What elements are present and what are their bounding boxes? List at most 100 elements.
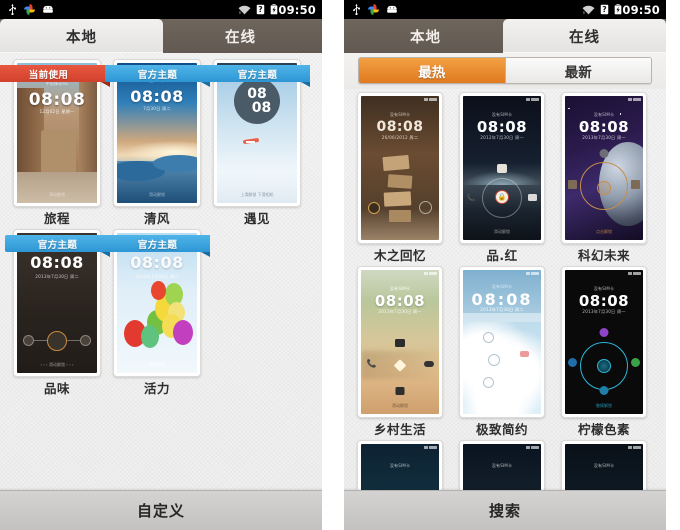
theme-thumb-wrap: 没有SIM卡 08:08 2013年7月30日 周一 📞 滑动解锁 [357, 266, 443, 418]
preview-carrier: 没有SIM卡 [389, 111, 411, 117]
theme-card[interactable]: 没有SIM卡 08:08 2012年7月30日 周一 🔒 📞 滑动解锁 品.红 [452, 92, 552, 263]
customize-button[interactable]: 自定义 [0, 490, 322, 530]
lockscreen-preview: 没有SIM卡 08:08 2013年7月30日 周一 📞 滑动解锁 [361, 270, 439, 414]
segment-hottest[interactable]: 最热 [359, 58, 506, 83]
preview-hint: 点击解锁 [596, 229, 612, 234]
preview-clock: 08:08 [28, 89, 86, 110]
theme-thumbnail[interactable]: 没有SIM卡 08:08 26/06/2012 周二 [357, 92, 443, 244]
theme-thumb-wrap: 08:08 2013年7月30日 周二 滑动解锁 官方主题 [105, 229, 210, 377]
theme-name: 品.红 [486, 248, 518, 263]
theme-thumbnail[interactable]: 没有SIM卡 08:08 2012年7月30日 周一 🔒 📞 滑动解锁 [459, 92, 545, 244]
theme-card[interactable]: 08 08 中国联通4G 上滑解锁 下滑相机 官方 [205, 59, 310, 226]
preview-date: 2013年7月30日 周二 [480, 307, 524, 313]
tab-bar-left: 本地 在线 [0, 19, 322, 53]
settings-shortcut-icon [599, 149, 609, 159]
theme-card-partial[interactable]: 没有SIM卡 [452, 440, 552, 490]
lockscreen-preview: 没有SIM卡 08:08 2013年7月30日 周一 点击解锁 [565, 96, 643, 240]
shortcut-ring-3 [483, 376, 495, 388]
android-robot-icon [387, 5, 397, 13]
theme-card-partial[interactable]: 没有SIM卡 [350, 440, 450, 490]
theme-card[interactable]: 没有SIM卡 08:08 26/06/2012 周二 木之回忆 [350, 92, 450, 263]
wifi-icon [238, 5, 251, 14]
preview-date: 2013年7月30日 周一 [582, 308, 626, 314]
local-themes-scroll[interactable]: 中国移动4G 08:08 12月02日 星期一 滑动解锁 当前使用 旅程 08:… [0, 53, 322, 490]
status-bar-right: ? 09:50 [344, 0, 666, 19]
theme-thumbnail[interactable]: 没有SIM卡 [459, 440, 545, 490]
theme-name: 木之回忆 [373, 248, 426, 263]
preview-clock: 08:08 [30, 252, 84, 272]
tab-local-right[interactable]: 本地 [344, 19, 507, 53]
search-button-label: 搜索 [488, 502, 521, 520]
theme-name: 品味 [43, 381, 70, 396]
theme-card[interactable]: 中国移动4G 08:08 12月02日 星期一 滑动解锁 当前使用 旅程 [0, 59, 110, 226]
theme-card[interactable]: 没有SIM卡 08:08 2013年7月30日 周二 极致简约 [452, 266, 552, 437]
theme-name: 旅程 [43, 211, 70, 226]
preview-clock: 08:08 [578, 291, 630, 310]
badge-current-theme: 当前使用 [0, 65, 110, 87]
theme-name: 清风 [143, 211, 170, 226]
theme-card[interactable]: 08:08 2013年7月30日 周二 滑动解锁 官方主题 活力 [105, 229, 210, 396]
theme-name: 活力 [143, 381, 170, 396]
lockscreen-preview: 没有SIM卡 08:08 26/06/2012 周二 [361, 96, 439, 240]
tab-local-left[interactable]: 本地 [0, 19, 163, 53]
tab-online-left[interactable]: 在线 [159, 19, 322, 53]
usb-icon [9, 4, 16, 15]
theme-card[interactable]: 没有SIM卡 08:08 2013年7月30日 周一 📞 滑动解锁 乡村生活 [350, 266, 450, 437]
status-bar-left-icons [352, 4, 398, 15]
theme-thumbnail[interactable]: 没有SIM卡 08:08 2013年7月30日 周一 点击解锁 [561, 92, 647, 244]
theme-thumbnail[interactable]: 没有SIM卡 [357, 440, 443, 490]
lock-shortcut-icon [79, 335, 91, 347]
theme-card[interactable]: 无SIM卡 08:08 7月30日 周二 滑动解锁 官方主题 清风 [105, 59, 210, 226]
lockscreen-preview: 没有SIM卡 08:08 2013年7月30日 周二 [463, 270, 541, 414]
preview-hint: 触摸解锁 [596, 403, 612, 408]
theme-name: 科幻未来 [577, 248, 630, 263]
theme-thumb-wrap: 中国移动4G 08:08 12月02日 星期一 滑动解锁 当前使用 [0, 59, 110, 207]
lockscreen-preview: 08 08 中国联通4G 上滑解锁 下滑相机 [217, 63, 297, 203]
lockscreen-preview: 08:08 2013年7月30日 周二 ‹ ‹ ‹ 滑动解锁 › › › [17, 233, 97, 373]
theme-thumbnail[interactable]: 没有SIM卡 08:08 2013年7月30日 周一 📞 滑动解锁 [357, 266, 443, 418]
lockscreen-preview: 中国移动4G 08:08 12月02日 星期一 滑动解锁 [17, 63, 97, 203]
theme-thumb-wrap: 08 08 中国联通4G 上滑解锁 下滑相机 官方 [205, 59, 310, 207]
status-bar-clock: 09:50 [278, 2, 316, 17]
unlock-center-icon [597, 359, 611, 374]
lock-icon [395, 387, 405, 396]
preview-date: 2013年7月30日 周二 [35, 273, 79, 279]
theme-name: 柠檬色素 [577, 422, 630, 437]
google-photos-icon [368, 4, 379, 15]
theme-thumbnail-wrap: 没有SIM卡 08:08 2013年7月30日 周一 点击解锁 [561, 92, 647, 244]
segment-newest[interactable]: 最新 [505, 58, 651, 83]
search-button[interactable]: 搜索 [344, 490, 666, 530]
shortcut-ring-2 [487, 353, 500, 366]
preview-carrier: 没有SIM卡 [593, 462, 615, 468]
preview-date: 2012年7月30日 周一 [480, 134, 524, 140]
google-photos-icon [24, 4, 35, 15]
message-shortcut-icon [519, 350, 529, 357]
battery-icon [614, 4, 623, 15]
preview-hint: 滑动解锁 [392, 403, 408, 408]
preview-clock: 08:08 [374, 291, 426, 310]
dual-screenshot-stage: ? 09:50 本地 在线 中国移动4G 08:08 12月02日 星期一 滑动… [0, 0, 680, 530]
theme-thumbnail[interactable]: 没有SIM卡 [561, 440, 647, 490]
lockscreen-preview: 没有SIM卡 08:08 2012年7月30日 周一 🔒 📞 滑动解锁 [463, 96, 541, 240]
preview-hint: 滑动解锁 [149, 192, 165, 197]
online-themes-scroll[interactable]: 没有SIM卡 08:08 26/06/2012 周二 木之回忆 没有SIM卡 0… [344, 89, 666, 490]
lockscreen-preview: 08:08 2013年7月30日 周二 滑动解锁 [117, 233, 197, 373]
theme-card-partial[interactable]: 没有SIM卡 [554, 440, 654, 490]
status-bar-left: ? 09:50 [0, 0, 322, 19]
theme-thumbnail[interactable]: 没有SIM卡 08:08 2013年7月30日 周二 [459, 266, 545, 418]
svg-text:?: ? [603, 5, 607, 14]
unlock-lock-icon: 🔒 [495, 189, 509, 204]
theme-card[interactable]: 08:08 2013年7月30日 周二 ‹ ‹ ‹ 滑动解锁 › › › 官方主… [5, 229, 110, 396]
lockscreen-preview: 无SIM卡 08:08 7月30日 周二 滑动解锁 [117, 63, 197, 203]
theme-card[interactable]: 没有SIM卡 08:08 2013年7月30日 周一 点击解锁 科幻未来 [554, 92, 654, 263]
unlock-lock-icon [597, 180, 611, 195]
sim-question-icon: ? [600, 4, 610, 15]
theme-thumbnail[interactable]: 没有SIM卡 08:08 2013年7月30日 周一 触摸解锁 [561, 266, 647, 418]
preview-date: 26/06/2012 周二 [381, 134, 419, 140]
tab-online-right[interactable]: 在线 [503, 19, 666, 53]
theme-card[interactable]: 没有SIM卡 08:08 2013年7月30日 周一 触摸解锁 柠檬色素 [554, 266, 654, 437]
phone-shortcut-icon: 📞 [466, 193, 476, 202]
right-shortcut-icon [630, 179, 640, 189]
phone-shortcut-icon [568, 357, 578, 367]
tab-bar-right: 本地 在线 [344, 19, 666, 53]
